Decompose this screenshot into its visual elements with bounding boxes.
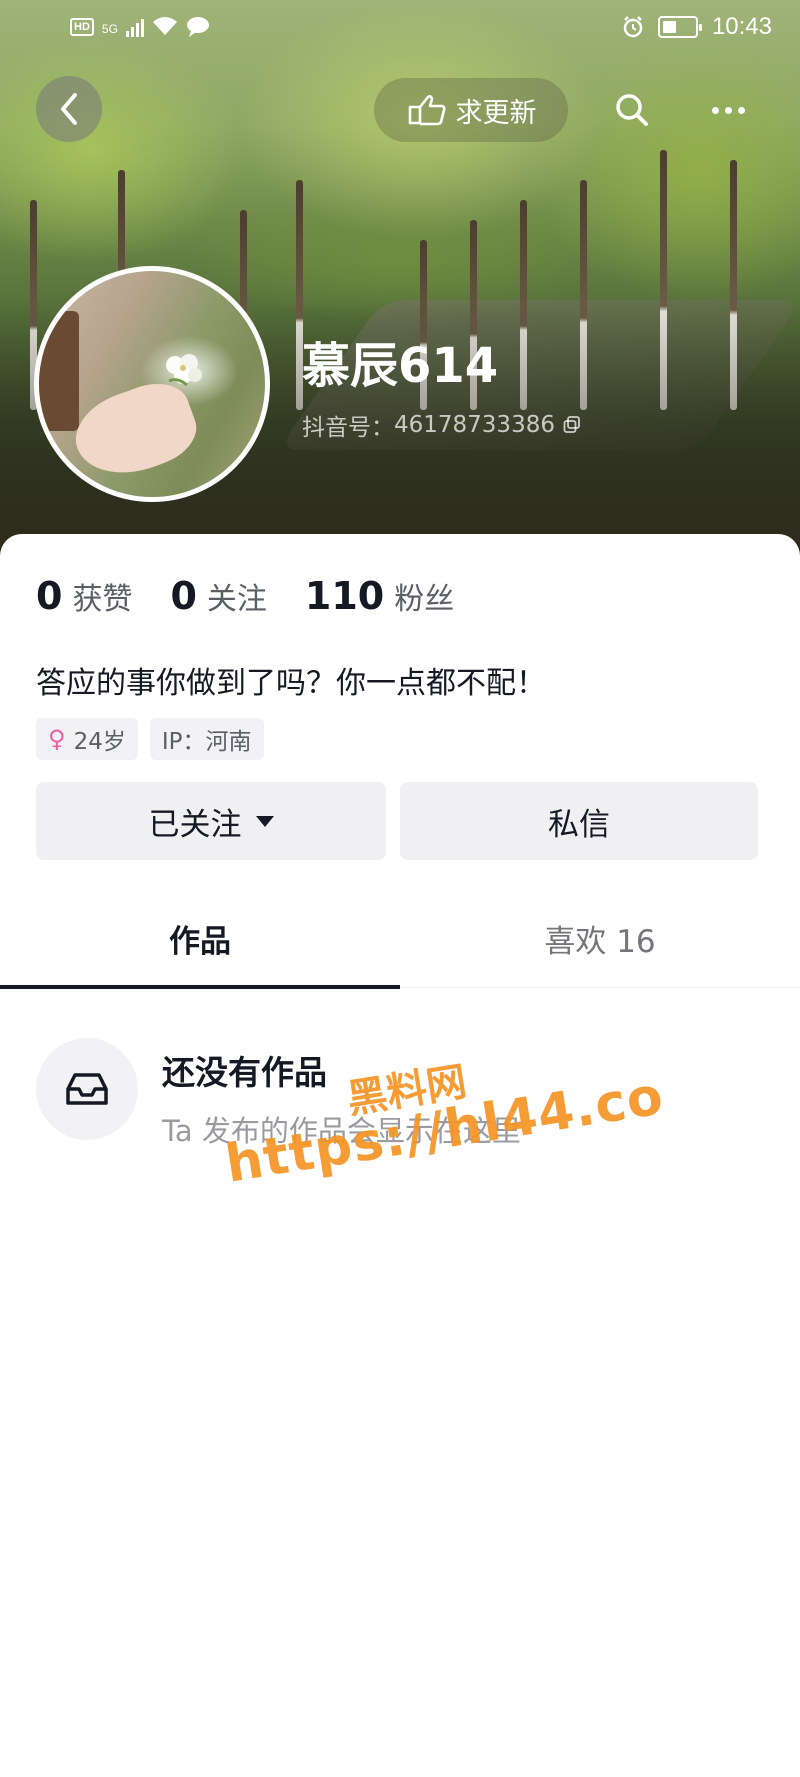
user-name: 慕辰614 — [302, 338, 499, 394]
stat-following[interactable]: 0 关注 — [170, 574, 266, 618]
avatar[interactable] — [34, 266, 270, 502]
stat-likes-label: 获赞 — [72, 582, 133, 617]
battery-icon — [657, 16, 702, 38]
back-button[interactable] — [36, 76, 102, 142]
message-button[interactable]: 私信 — [400, 782, 758, 860]
request-update-button[interactable]: 求更新 — [374, 78, 568, 142]
more-dots-icon — [711, 106, 745, 114]
hd-voice-icon: HD — [70, 18, 94, 36]
content-tabs: 作品 喜欢 16 — [0, 888, 800, 989]
ip-location-tag: IP：河南 — [149, 718, 264, 760]
stat-followers[interactable]: 110 粉丝 — [305, 574, 454, 618]
stat-following-label: 关注 — [206, 582, 267, 617]
copy-icon[interactable] — [563, 416, 581, 434]
followed-button[interactable]: 已关注 — [36, 782, 386, 860]
wifi-icon — [152, 17, 178, 37]
tab-likes[interactable]: 喜欢 16 — [400, 888, 800, 988]
tab-works-label: 作品 — [169, 923, 231, 960]
network-type-label: 5G — [101, 22, 118, 36]
user-id-value: 46178733386 — [394, 412, 555, 438]
age-label: 24岁 — [73, 729, 126, 755]
signal-strength-icon — [125, 17, 144, 37]
request-update-label: 求更新 — [455, 97, 537, 129]
search-icon — [616, 94, 648, 126]
stats-row: 0 获赞 0 关注 110 粉丝 — [36, 574, 492, 618]
female-icon: ♀ — [48, 725, 66, 753]
status-bar: HD 5G 10:43 — [0, 0, 800, 54]
message-label: 私信 — [548, 806, 610, 843]
stat-following-value: 0 — [170, 574, 197, 618]
stat-likes[interactable]: 0 获赞 — [36, 574, 132, 618]
profile-bio: 答应的事你做到了吗？你一点都不配！ — [36, 666, 546, 701]
back-chevron-icon — [61, 93, 77, 125]
action-buttons: 已关注 私信 — [36, 782, 758, 860]
status-time: 10:43 — [711, 13, 772, 40]
more-options-button[interactable] — [702, 84, 754, 136]
stat-followers-value: 110 — [304, 574, 385, 618]
search-button[interactable] — [606, 84, 658, 136]
tab-works[interactable]: 作品 — [0, 888, 400, 989]
age-tag: ♀ 24岁 — [36, 718, 138, 760]
tab-likes-label: 喜欢 16 — [544, 923, 656, 960]
followed-label: 已关注 — [148, 806, 242, 843]
profile-tags: ♀ 24岁 IP：河南 — [36, 718, 264, 760]
caret-down-icon — [255, 815, 274, 827]
ip-location-label: IP：河南 — [161, 729, 252, 755]
message-notification-icon — [186, 16, 210, 38]
stat-likes-value: 0 — [36, 574, 63, 618]
stat-followers-label: 粉丝 — [394, 582, 455, 617]
avatar-flower — [166, 354, 202, 387]
user-id-label: 抖音号： — [302, 415, 394, 441]
user-id-row[interactable]: 抖音号： 46178733386 — [302, 408, 581, 442]
avatar-bench — [39, 311, 79, 431]
empty-icon-container — [36, 1038, 138, 1140]
inbox-tray-icon — [66, 1073, 108, 1105]
pointing-hand-icon — [408, 95, 446, 126]
alarm-icon — [622, 16, 644, 38]
